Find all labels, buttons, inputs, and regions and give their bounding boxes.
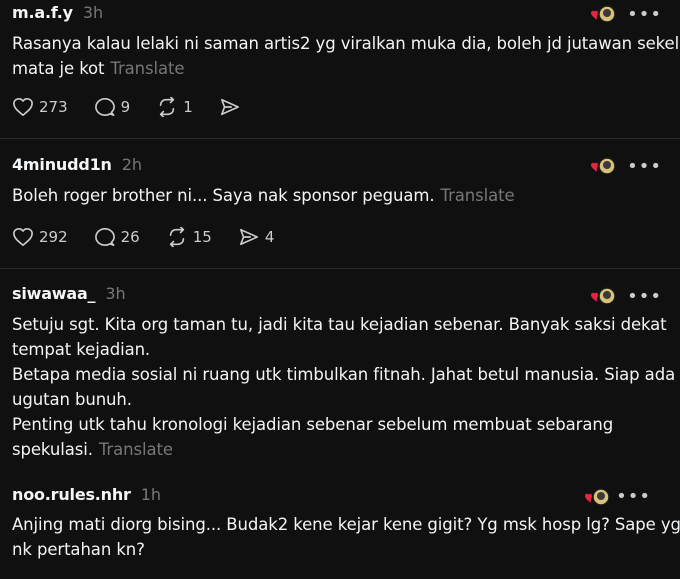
post-actions: 273 9 1	[12, 95, 272, 119]
post-divider	[0, 138, 680, 139]
repost-icon	[169, 227, 184, 247]
post-text-line: nk pertahan kn?	[12, 540, 145, 559]
post-text-line: ugutan bunuh.	[12, 390, 132, 409]
post-text-line: Rasanya kalau lelaki ni saman artis2 yg …	[12, 34, 680, 53]
repost-button[interactable]: 15	[166, 227, 212, 247]
timestamp[interactable]: 3h	[105, 284, 125, 303]
timestamp[interactable]: 2h	[122, 155, 142, 174]
share-button[interactable]	[219, 97, 246, 117]
reaction-avatar-icon[interactable]	[589, 155, 617, 177]
translate-link[interactable]: Translate	[441, 186, 515, 205]
share-icon	[239, 228, 258, 246]
post-text-line: Anjing mati diorg bising... Budak2 kene …	[12, 515, 680, 534]
post-text-line: Betapa media sosial ni ruang utk timbulk…	[12, 365, 676, 384]
reaction-avatar-icon[interactable]	[583, 486, 611, 508]
like-count: 273	[39, 98, 68, 116]
post-text: Setuju sgt. Kita org taman tu, jadi kita…	[12, 312, 676, 462]
post-header: siwawaa_ 3h	[12, 284, 126, 306]
post-text: Anjing mati diorg bising... Budak2 kene …	[12, 512, 680, 562]
share-icon	[220, 98, 239, 116]
post-text-line: mata je kot	[12, 59, 105, 78]
like-button[interactable]: 273	[12, 97, 68, 117]
post-header: noo.rules.nhr 1h	[12, 485, 161, 507]
comment-icon	[94, 98, 115, 116]
post-header: 4minudd1n 2h	[12, 155, 142, 177]
post-text-line: Setuju sgt. Kita org taman tu, jadi kita…	[12, 315, 667, 334]
share-button[interactable]: 4	[238, 227, 275, 247]
reply-count: 9	[120, 98, 131, 116]
more-options-icon[interactable]: •••	[627, 6, 662, 24]
post-text-line: tempat kejadian.	[12, 340, 151, 359]
post-header: m.a.f.y 3h	[12, 3, 103, 25]
more-options-icon[interactable]: •••	[616, 488, 651, 506]
post-text: Rasanya kalau lelaki ni saman artis2 yg …	[12, 31, 680, 81]
post-text-line: spekulasi.	[12, 440, 93, 459]
username[interactable]: noo.rules.nhr	[12, 485, 131, 504]
repost-button[interactable]: 1	[156, 97, 193, 117]
post-text-line: Boleh roger brother ni... Saya nak spons…	[12, 186, 435, 205]
share-count: 4	[264, 228, 275, 246]
like-button[interactable]: 292	[12, 227, 68, 247]
username[interactable]: 4minudd1n	[12, 155, 112, 174]
comment-icon	[94, 228, 115, 246]
repost-icon	[160, 97, 175, 117]
timestamp[interactable]: 3h	[83, 3, 103, 22]
reply-button[interactable]: 26	[94, 227, 140, 247]
reply-count: 26	[120, 228, 140, 246]
translate-link[interactable]: Translate	[99, 440, 173, 459]
more-options-icon[interactable]: •••	[627, 288, 662, 306]
reply-button[interactable]: 9	[94, 97, 131, 117]
reaction-avatar-icon[interactable]	[589, 3, 617, 25]
reaction-avatar-icon[interactable]	[589, 285, 617, 307]
repost-count: 15	[192, 228, 212, 246]
timestamp[interactable]: 1h	[141, 485, 161, 504]
username[interactable]: siwawaa_	[12, 284, 96, 303]
post-text: Boleh roger brother ni... Saya nak spons…	[12, 183, 667, 208]
heart-icon	[13, 228, 33, 246]
post-text-line: Penting utk tahu kronologi kejadian sebe…	[12, 415, 614, 434]
like-count: 292	[39, 228, 68, 246]
translate-link[interactable]: Translate	[110, 59, 184, 78]
username[interactable]: m.a.f.y	[12, 3, 73, 22]
repost-count: 1	[183, 98, 193, 116]
heart-icon	[13, 98, 33, 116]
post-actions: 292 26 15 4	[12, 225, 300, 249]
more-options-icon[interactable]: •••	[627, 158, 662, 176]
post-divider	[0, 268, 680, 269]
